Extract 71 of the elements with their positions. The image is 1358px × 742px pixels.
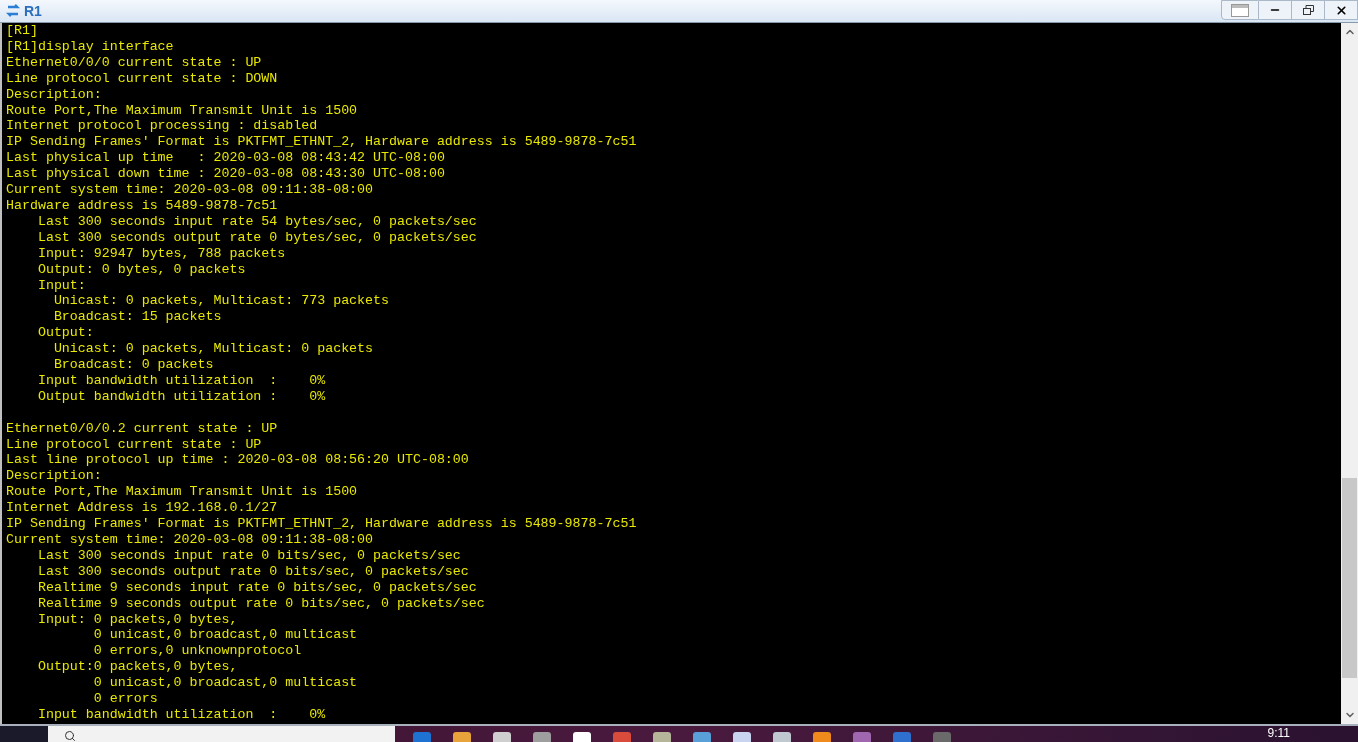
scrollbar[interactable] xyxy=(1341,23,1358,724)
terminal-line: IP Sending Frames' Format is PKTFMT_ETHNT_2, Hardware address is 5489-9878-7c51 xyxy=(6,134,637,151)
taskbar-app-icon[interactable] xyxy=(853,732,871,742)
search-field[interactable] xyxy=(48,726,395,742)
terminal-line: Output:0 packets,0 bytes, xyxy=(36,659,238,676)
terminal-line: Last physical down time : 2020-03-08 08:43:30 UTC-08:00 xyxy=(6,166,445,183)
terminal-line: Input: 0 packets,0 bytes, xyxy=(36,611,238,628)
network-icon xyxy=(5,3,21,19)
taskbar-app-icon[interactable] xyxy=(413,732,431,742)
terminal-line: 0 unicast,0 broadcast,0 multicast xyxy=(92,675,358,692)
terminal-line: IP Sending Frames' Format is PKTFMT_ETHNT_2, Hardware address is 5489-9878-7c51 xyxy=(6,516,637,532)
terminal-line: Hardware address is 5489-9878-7c51 xyxy=(6,197,278,214)
terminal-line: 0 errors,0 unknownprotocol xyxy=(92,643,302,660)
terminal-line: Input bandwidth utilization : 0% xyxy=(36,372,326,389)
clock-time: 9:11 xyxy=(1267,726,1290,740)
terminal-line: Last 300 seconds input rate 54 bytes/sec, 0 packets/sec xyxy=(36,213,477,230)
taskbar-app-icon[interactable] xyxy=(613,732,631,742)
terminal-line: Output: 0 bytes, 0 packets xyxy=(36,261,246,278)
terminal-line: Realtime 9 seconds output rate 0 bits/sec, 0 packets/sec xyxy=(36,595,485,612)
minimize-button[interactable] xyxy=(1259,0,1292,20)
terminal-line: Last line protocol up time : 2020-03-08 08:56:20 UTC-08:00 xyxy=(6,452,469,469)
terminal-line: Internet protocol processing : disabled xyxy=(6,118,318,135)
terminal-line: Last 300 seconds output rate 0 bytes/sec, 0 packets/sec xyxy=(36,229,477,246)
scrollbar-thumb[interactable] xyxy=(1342,478,1357,678)
window-title: R1 xyxy=(24,1,42,21)
terminal-line: Route Port,The Maximum Transmit Unit is 1500 xyxy=(6,484,358,501)
terminal-line: Internet Address is 192.168.0.1/27 xyxy=(6,500,278,517)
taskbar-app-icon[interactable] xyxy=(893,732,911,742)
start-button[interactable] xyxy=(0,726,48,742)
restore-button[interactable] xyxy=(1292,0,1325,20)
terminal-line: Output bandwidth utilization : 0% xyxy=(36,388,326,405)
terminal-line: 0 unicast,0 broadcast,0 multicast xyxy=(92,627,358,644)
search-icon xyxy=(64,730,76,742)
terminal-line: [R1] xyxy=(6,23,38,39)
taskbar-app-icon[interactable] xyxy=(733,732,751,742)
close-button[interactable] xyxy=(1325,0,1358,20)
terminal-line: Broadcast: 0 packets xyxy=(52,357,214,373)
taskbar-app-icon[interactable] xyxy=(493,732,511,742)
terminal-line: Current system time: 2020-03-08 09:11:38-08:00 xyxy=(6,182,374,198)
terminal-line: Last 300 seconds input rate 0 bits/sec, 0 packets/sec xyxy=(36,547,461,564)
terminal-line: Realtime 9 seconds input rate 0 bits/sec, 0 packets/sec xyxy=(36,579,477,596)
window-layout-icon xyxy=(1231,3,1249,17)
terminal-line: Broadcast: 15 packets xyxy=(52,309,222,326)
taskbar-app-icon[interactable] xyxy=(653,732,671,742)
terminal-line: Ethernet0/0/0.2 current state : UP xyxy=(6,420,278,437)
restore-icon xyxy=(1302,5,1314,15)
taskbar-app-icon[interactable] xyxy=(453,732,471,742)
terminal-line: Ethernet0/0/0 current state : UP xyxy=(6,54,262,71)
terminal-line: Description: xyxy=(6,468,102,485)
terminal-line: Last physical up time : 2020-03-08 08:43:42 UTC-08:00 xyxy=(6,150,445,167)
terminal-line: Input: 92947 bytes, 788 packets xyxy=(36,245,286,262)
terminal-line: Unicast: 0 packets, Multicast: 0 packets xyxy=(52,341,374,358)
terminal-line: Unicast: 0 packets, Multicast: 773 packets xyxy=(52,293,389,310)
terminal-line: [R1]display interface xyxy=(6,38,174,55)
terminal-line: Line protocol current state : DOWN xyxy=(6,70,278,87)
taskbar-app-icon[interactable] xyxy=(813,732,831,742)
terminal-line: Line protocol current state : UP xyxy=(6,436,262,453)
taskbar-app-icon[interactable] xyxy=(533,732,551,742)
terminal-line: Route Port,The Maximum Transmit Unit is 1500 xyxy=(6,102,358,119)
terminal-line: 0 errors xyxy=(92,691,158,707)
terminal-line: Input: xyxy=(36,277,86,294)
terminal-line: Output: xyxy=(36,325,94,342)
taskbar-app-icon[interactable] xyxy=(693,732,711,742)
taskbar-app-icon[interactable] xyxy=(573,732,591,742)
taskbar-app-icon[interactable] xyxy=(933,732,951,742)
terminal-line: Current system time: 2020-03-08 09:11:38-08:00 xyxy=(6,532,374,548)
taskbar-app-icon[interactable] xyxy=(773,732,791,742)
terminal-line: Last 300 seconds output rate 0 bits/sec, 0 packets/sec xyxy=(36,563,469,580)
close-icon xyxy=(1334,3,1348,17)
terminal-line: Description: xyxy=(6,86,102,103)
terminal-line: Input bandwidth utilization : 0% xyxy=(36,706,326,723)
